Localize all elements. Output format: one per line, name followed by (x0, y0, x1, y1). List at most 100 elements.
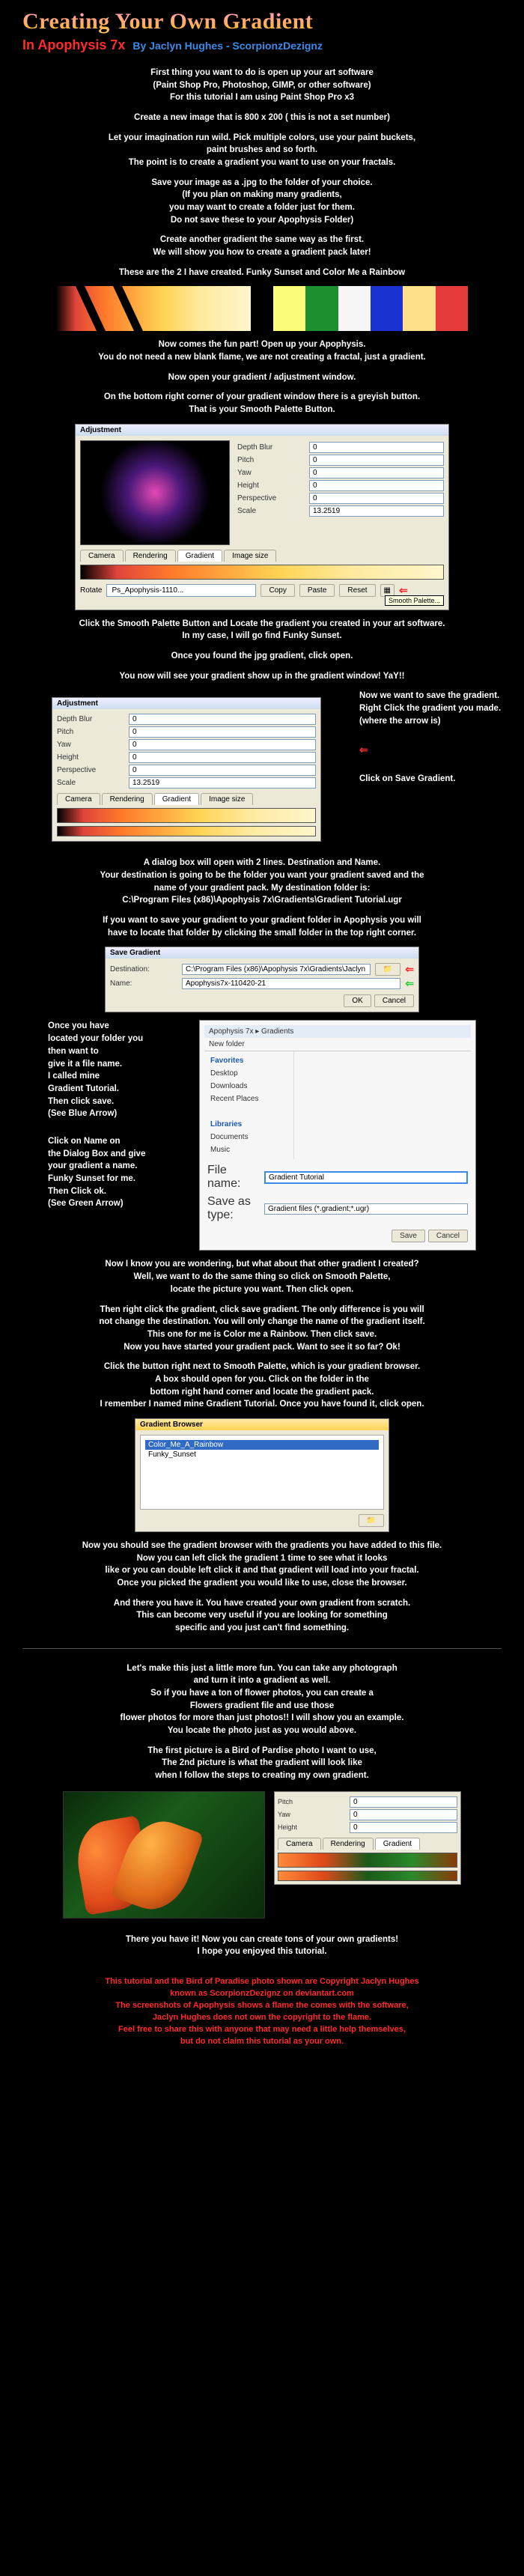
recent-item[interactable]: Recent Places (210, 1093, 287, 1105)
red-arrow-icon: ⇐ (359, 744, 368, 756)
dest-label: Destination: (110, 965, 177, 973)
mid4-p1: Now I know you are wondering, but what a… (30, 1258, 494, 1295)
pitch-label: Pitch (237, 456, 305, 464)
adjustment-tabs: Camera Rendering Gradient Image size (80, 550, 444, 562)
mid4-p3: Click the button right next to Smooth Pa… (30, 1361, 494, 1411)
breadcrumb[interactable]: Apophysis 7x ▸ Gradients (204, 1025, 471, 1038)
scale-input[interactable] (309, 505, 444, 517)
side-filename: Once you have located your folder you th… (48, 1020, 190, 1120)
perspective-label: Perspective (237, 494, 305, 502)
desktop-item[interactable]: Desktop (210, 1067, 287, 1080)
loaded-gradient-mini (57, 826, 316, 836)
green-arrow-icon: ⇐ (405, 977, 414, 990)
mid2-p2: Once you found the jpg gradient, click o… (30, 650, 494, 663)
extra-p1: Let's make this just a little more fun. … (30, 1662, 494, 1737)
gradient-loaded-section: Adjustment Depth Blur Pitch Yaw Height P… (22, 690, 502, 849)
page-title: Creating Your Own Gradient (22, 9, 502, 34)
ok-button[interactable]: OK (344, 994, 371, 1007)
folder-browse-button[interactable]: 📁 (375, 963, 400, 976)
photo-gradient-result: Pitch Yaw Height Camera Rendering Gradie… (274, 1791, 461, 1885)
photo-gradient-bar[interactable] (278, 1853, 457, 1868)
gradient-preview-bar[interactable] (80, 565, 444, 580)
height-label: Height (237, 482, 305, 490)
cancel-button[interactable]: Cancel (374, 994, 414, 1007)
downloads-item[interactable]: Downloads (210, 1080, 287, 1093)
gradient-rainbow (273, 286, 468, 331)
dest-input[interactable] (182, 964, 371, 975)
fractal-preview (80, 440, 230, 545)
adjustment-panel-screenshot: Adjustment Depth Blur Pitch Yaw Height P… (75, 424, 449, 610)
gradient-browser-title: Gradient Browser (135, 1419, 389, 1430)
intro-p3: Let your imagination run wild. Pick mult… (30, 132, 494, 169)
rotate-label: Rotate (80, 586, 102, 595)
side-instructions: Once you have located your folder you th… (48, 1020, 190, 1209)
extra-p2: The first picture is a Bird of Pardise p… (30, 1745, 494, 1782)
mid3-p2: If you want to save your gradient to you… (30, 914, 494, 939)
mid-p2: Now open your gradient / adjustment wind… (30, 371, 494, 384)
save-callouts: Now we want to save the gradient. Right … (359, 690, 502, 785)
tab-image-size[interactable]: Image size (224, 550, 276, 562)
credits: This tutorial and the Bird of Paradise p… (30, 1976, 494, 2048)
file-save-dialog: Apophysis 7x ▸ Gradients New folder Favo… (199, 1020, 476, 1251)
scale-label: Scale (237, 507, 305, 515)
depth-blur-input[interactable] (309, 442, 444, 453)
tab-gradient[interactable]: Gradient (177, 550, 222, 562)
pitch-input[interactable] (309, 455, 444, 466)
savetype-dropdown[interactable] (264, 1203, 468, 1215)
intro-p5: Create another gradient the same way as … (30, 234, 494, 258)
callout-save-gradient: Click on Save Gradient. (359, 773, 502, 786)
favorites-header: Favorites (210, 1054, 287, 1067)
gradient-item-funky[interactable]: Funky_Sunset (145, 1450, 379, 1459)
depth-blur-label: Depth Blur (237, 443, 305, 452)
adjustment-title-2: Adjustment (52, 698, 320, 709)
libraries-header: Libraries (210, 1118, 287, 1131)
separator (22, 1648, 502, 1649)
adjustment-panel-loaded: Adjustment Depth Blur Pitch Yaw Height P… (52, 697, 321, 842)
subtitle-row: In Apophysis 7x By Jaclyn Hughes - Scorp… (22, 37, 502, 53)
save-gradient-dialog: Save Gradient Destination: 📁 ⇐ Name: ⇐ O… (105, 947, 419, 1012)
name-input[interactable] (182, 978, 400, 989)
browser-folder-button[interactable]: 📁 (359, 1514, 384, 1527)
music-item[interactable]: Music (210, 1143, 287, 1156)
intro-p2: Create a new image that is 800 x 200 ( t… (30, 112, 494, 124)
mid2-p1: Click the Smooth Palette Button and Loca… (30, 618, 494, 643)
intro-p6: These are the 2 I have created. Funky Su… (30, 267, 494, 279)
gradient-funky-sunset (56, 286, 251, 331)
yaw-input[interactable] (309, 467, 444, 479)
mid2-p3: You now will see your gradient show up i… (30, 670, 494, 683)
mid4-p2: Then right click the gradient, click sav… (30, 1304, 494, 1354)
filename-input[interactable] (264, 1171, 468, 1184)
red-arrow-icon: ⇐ (405, 963, 414, 976)
callout-rightclick: Now we want to save the gradient. Right … (359, 690, 502, 727)
file-cancel-button[interactable]: Cancel (428, 1230, 468, 1242)
documents-item[interactable]: Documents (210, 1131, 287, 1143)
intro-p1: First thing you want to do is open up yo… (30, 67, 494, 104)
example-gradients (22, 286, 502, 331)
height-input[interactable] (309, 480, 444, 491)
filename-label: File name: (207, 1164, 260, 1191)
perspective-input[interactable] (309, 493, 444, 504)
save-dialog-title: Save Gradient (106, 947, 418, 959)
file-save-button[interactable]: Save (392, 1230, 425, 1242)
tutorial-page: Creating Your Own Gradient In Apophysis … (0, 0, 524, 2078)
paste-button[interactable]: Paste (299, 584, 335, 597)
closing-p1: There you have it! Now you can create to… (30, 1933, 494, 1958)
mid3-p1: A dialog box will open with 2 lines. Des… (30, 857, 494, 907)
tab-camera[interactable]: Camera (80, 550, 124, 562)
yaw-label: Yaw (237, 469, 305, 477)
tab-rendering[interactable]: Rendering (125, 550, 176, 562)
smooth-palette-tooltip: Smooth Palette... (385, 595, 444, 606)
reset-button[interactable]: Reset (339, 584, 375, 597)
file-save-section: Once you have located your folder you th… (22, 1020, 502, 1251)
gradient-item-rainbow[interactable]: Color_Me_A_Rainbow (145, 1440, 379, 1450)
side-name: Click on Name on the Dialog Box and give… (48, 1135, 190, 1210)
photo-example-row: Pitch Yaw Height Camera Rendering Gradie… (22, 1791, 502, 1919)
loaded-gradient-bar[interactable] (57, 808, 316, 823)
copy-button[interactable]: Copy (261, 584, 294, 597)
new-folder-button[interactable]: New folder (209, 1040, 245, 1048)
mid-p3: On the bottom right corner of your gradi… (30, 391, 494, 416)
preset-dropdown[interactable]: Ps_Apophysis-1110... (106, 584, 256, 597)
mid-p1: Now comes the fun part! Open up your Apo… (30, 338, 494, 363)
subtitle: In Apophysis 7x (22, 37, 125, 53)
bird-of-paradise-photo (63, 1791, 265, 1919)
